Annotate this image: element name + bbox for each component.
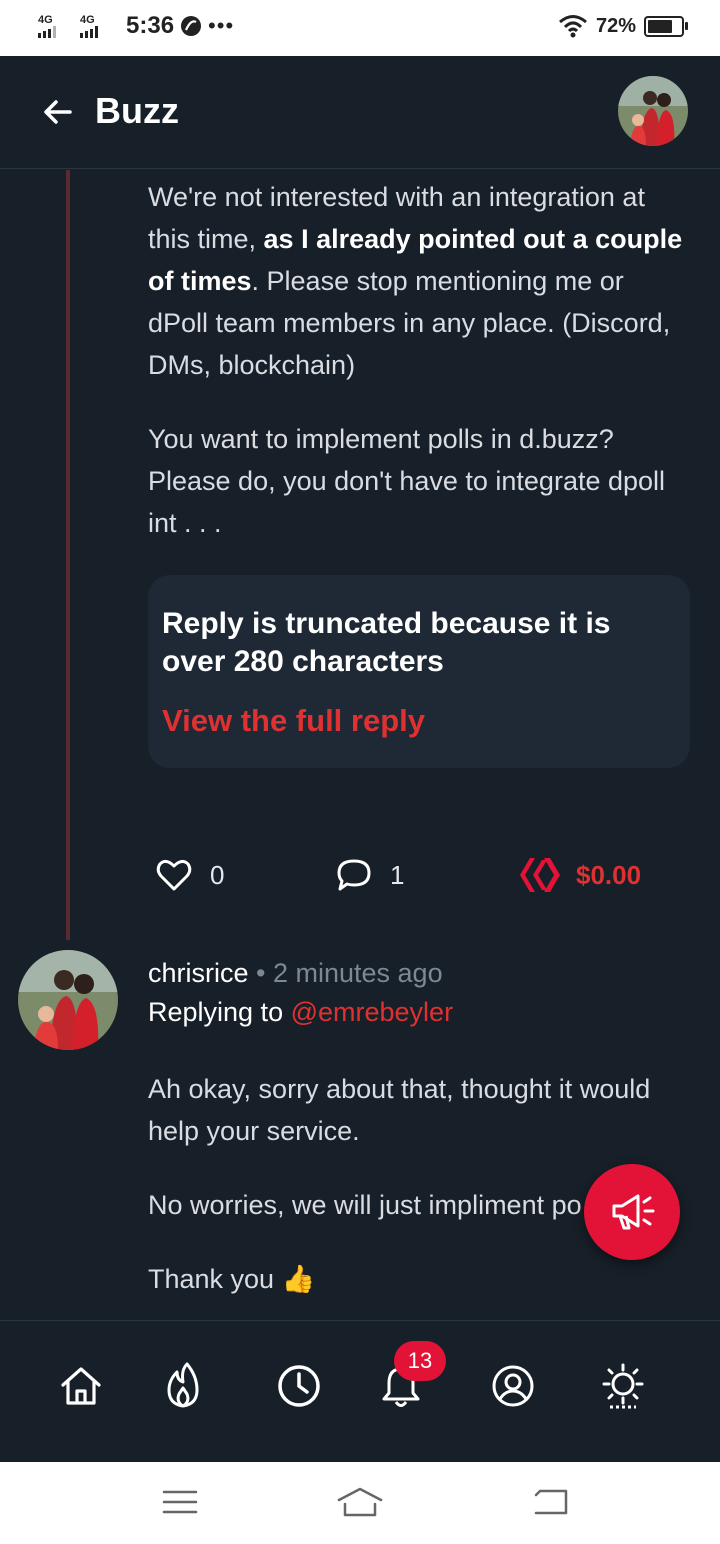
wifi-icon — [559, 15, 587, 38]
profile-icon — [492, 1365, 534, 1407]
comment-author[interactable]: chrisrice — [148, 958, 249, 988]
app-header: Buzz — [0, 56, 720, 169]
truncated-reply-card: Reply is truncated because it is over 28… — [148, 575, 690, 768]
mention-link[interactable]: @emrebeyler — [291, 997, 453, 1027]
bottom-navigation: 13 — [0, 1320, 720, 1463]
signal-2-indicator: 4G — [80, 13, 116, 38]
megaphone-icon — [612, 1194, 655, 1230]
comment-meta: chrisrice • 2 minutes ago — [148, 958, 443, 989]
comment-button[interactable]: 1 — [336, 858, 404, 892]
home-outline-icon — [337, 1487, 383, 1517]
comment-bubble-icon — [337, 859, 371, 891]
payout-amount: $0.00 — [576, 859, 642, 890]
nav-theme[interactable] — [598, 1361, 648, 1411]
nav-home[interactable] — [56, 1361, 106, 1411]
menu-lines-icon — [162, 1490, 198, 1514]
network-type-label: 4G — [80, 13, 95, 26]
thumbs-up-emoji: 👍 — [281, 1264, 316, 1294]
heart-icon — [156, 859, 192, 891]
payout-button[interactable]: $0.00 — [520, 856, 641, 894]
latest-clock-icon — [278, 1365, 320, 1407]
comment-paragraph: Ah okay, sorry about that, thought it wo… — [148, 1074, 651, 1146]
theme-sun-icon — [602, 1363, 644, 1409]
system-home-button[interactable] — [335, 1482, 385, 1522]
replying-to-line: Replying to @emrebeyler — [148, 997, 454, 1027]
comment-time: • 2 minutes ago — [256, 958, 443, 988]
hive-icon — [520, 858, 560, 892]
nav-latest[interactable] — [274, 1361, 324, 1411]
battery-icon — [644, 15, 688, 37]
like-button[interactable]: 0 — [156, 858, 224, 892]
arrow-left-icon[interactable] — [40, 94, 76, 130]
trending-flame-icon — [167, 1362, 199, 1408]
comment-count: 1 — [390, 859, 405, 890]
network-type-label: 4G — [38, 13, 53, 26]
comment-paragraph: Thank you 👍 — [148, 1264, 316, 1294]
status-bar: 4G 4G 5:36 ••• 72% — [0, 0, 720, 56]
battery-percent: 72% — [595, 14, 636, 37]
system-back-button[interactable] — [525, 1482, 575, 1522]
signal-1-indicator: 4G — [38, 13, 74, 38]
user-avatar[interactable] — [618, 76, 688, 146]
home-icon — [61, 1367, 101, 1405]
nav-trending[interactable] — [158, 1361, 208, 1411]
nav-profile[interactable] — [488, 1361, 538, 1411]
post-paragraph: You want to implement polls in d.buzz? P… — [148, 424, 666, 538]
truncated-message: Reply is truncated because it is over 28… — [162, 607, 611, 678]
view-full-reply-link[interactable]: View the full reply — [162, 703, 425, 739]
thread-connector-line — [66, 170, 70, 940]
page-title: Buzz — [95, 90, 179, 131]
post-paragraph: We're not interested with an integration… — [148, 182, 683, 380]
data-saver-icon — [181, 16, 202, 36]
compose-buzz-button[interactable] — [584, 1164, 680, 1260]
like-count: 0 — [210, 859, 225, 890]
clock: 5:36 — [126, 12, 175, 39]
more-notifications-icon: ••• — [208, 13, 235, 38]
recent-apps-button[interactable] — [155, 1482, 205, 1522]
notification-count-badge: 13 — [394, 1341, 446, 1381]
post-actions: 0 1 $0.00 — [0, 848, 720, 902]
commenter-avatar[interactable] — [18, 950, 118, 1050]
back-return-icon — [534, 1489, 568, 1515]
system-navigation-bar — [0, 1462, 720, 1544]
